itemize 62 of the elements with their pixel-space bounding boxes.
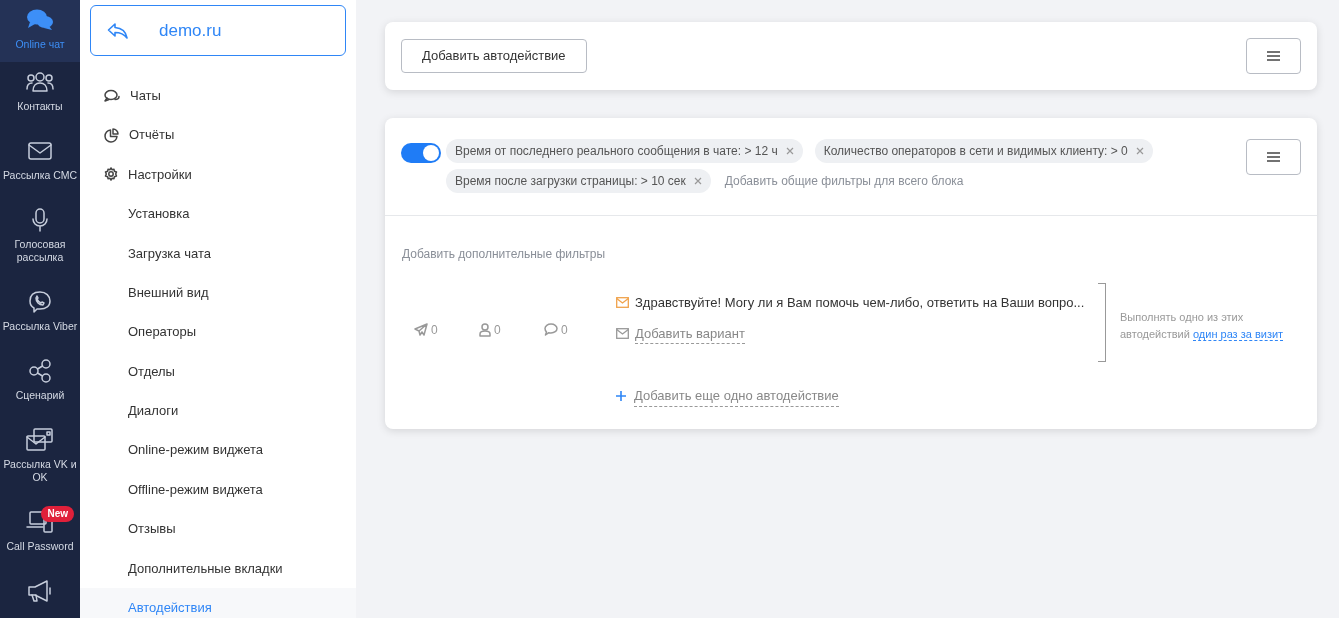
menu-item[interactable]: Операторы: [80, 312, 356, 352]
envelope-icon: [616, 328, 629, 340]
filter-chip[interactable]: Количество операторов в сети и видимых клиенту: > 0: [814, 139, 1153, 163]
nav-item[interactable]: Рассылка СМС: [0, 131, 80, 200]
menu-item[interactable]: Offline-режим виджета: [80, 469, 356, 510]
menu-item[interactable]: Настройки: [80, 154, 356, 195]
envelope-icon: [616, 297, 629, 309]
comment-icon: [544, 323, 558, 336]
menu-item[interactable]: Отчёты: [80, 115, 356, 155]
envelopes-icon: [26, 428, 54, 452]
menu-item[interactable]: Чаты: [80, 76, 356, 116]
pie-chart-icon: [104, 127, 119, 143]
nav-item[interactable]: Рассылка VK и OK: [0, 420, 80, 502]
nav-item[interactable]: Online чат: [0, 0, 80, 62]
toggle-switch[interactable]: [401, 143, 441, 163]
filter-chip[interactable]: Время от последнего реального сообщения в чате: > 12 ч: [446, 139, 803, 163]
menu-icon: [1267, 51, 1280, 61]
stat-count: 0: [494, 321, 501, 339]
add-variant-link[interactable]: Добавить вариант: [635, 323, 745, 344]
paper-plane-icon: [414, 323, 428, 336]
nav-item[interactable]: New Call Password: [0, 502, 80, 571]
people-icon: [26, 70, 54, 94]
close-icon[interactable]: [1135, 147, 1144, 155]
add-autoaction-button[interactable]: Добавить автодействие: [401, 39, 587, 73]
menu-item[interactable]: Отделы: [80, 351, 356, 392]
nav-item[interactable]: Контакты: [0, 62, 80, 131]
rule-text: Выполнять одно из этих автодействий один раз за визит: [1120, 310, 1285, 343]
menu-item[interactable]: Отзывы: [80, 509, 356, 549]
menu-item[interactable]: Внешний вид: [80, 272, 356, 313]
back-icon: [107, 21, 129, 40]
chat-bubbles-icon: [104, 88, 120, 103]
stat-count: 0: [431, 321, 438, 339]
message-text[interactable]: Здравствуйте! Могу ли я Вам помочь чем-либо, ответить на Ваши вопро...: [635, 293, 1085, 313]
once-per-visit-link[interactable]: один раз за визит: [1192, 328, 1284, 341]
filter-chip[interactable]: Время после загрузки страницы: > 10 сек: [446, 169, 711, 193]
megaphone-icon: [26, 579, 54, 603]
plus-icon: [616, 391, 626, 402]
site-header[interactable]: demo.ru: [90, 5, 346, 56]
menu-item[interactable]: Online-режим виджета: [80, 430, 356, 470]
menu-item[interactable]: Дополнительные вкладки: [80, 548, 356, 589]
new-badge: New: [41, 506, 74, 522]
stat-count: 0: [561, 321, 568, 339]
envelope-icon: [28, 139, 52, 163]
close-icon[interactable]: [693, 177, 702, 185]
site-title: demo.ru: [159, 19, 222, 42]
menu-icon: [1267, 152, 1280, 162]
menu-item[interactable]: Установка: [80, 194, 356, 234]
user-icon: [479, 322, 491, 337]
menu-button[interactable]: [1246, 38, 1301, 74]
phone-bubble-icon: [28, 290, 52, 314]
share-icon: [29, 359, 51, 383]
menu-item[interactable]: Диалоги: [80, 391, 356, 431]
chat-bubbles-icon: [27, 8, 53, 32]
menu-item[interactable]: Загрузка чата: [80, 233, 356, 273]
nav-item[interactable]: Голосовая рассылка: [0, 200, 80, 282]
menu-button[interactable]: [1246, 139, 1301, 175]
nav-item[interactable]: Сценарий: [0, 351, 80, 420]
close-icon[interactable]: [785, 147, 794, 155]
settings-icon: [104, 167, 118, 182]
nav-item[interactable]: Рассылка Viber: [0, 282, 80, 351]
microphone-icon: [32, 208, 48, 232]
add-autoaction-link[interactable]: Добавить еще одно автодействие: [634, 386, 839, 407]
